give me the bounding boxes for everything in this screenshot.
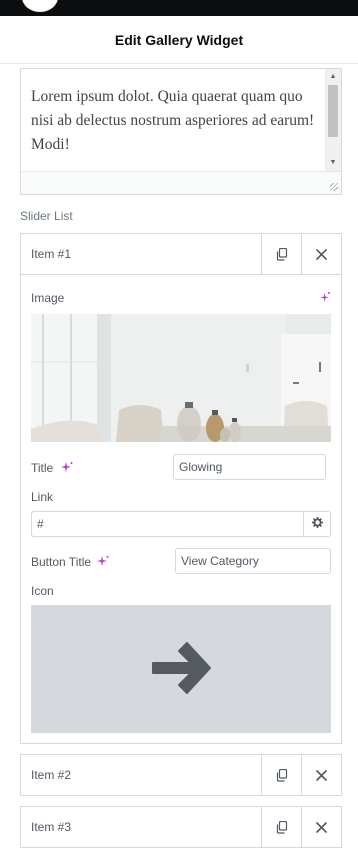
image-preview[interactable] [31,314,331,442]
remove-button[interactable] [301,807,341,847]
link-options-button[interactable] [303,511,331,537]
duplicate-button[interactable] [261,234,301,274]
arrow-right-icon [149,638,213,701]
app-logo [22,0,58,12]
repeater-item-header[interactable]: Item #2 [21,755,341,795]
remove-button[interactable] [301,755,341,795]
editor-scrollbar[interactable]: ▲ ▼ [325,69,341,171]
top-bar [0,0,358,16]
link-input[interactable]: # [31,511,303,537]
repeater-item-title[interactable]: Item #1 [21,247,261,261]
icon-label: Icon [31,584,54,598]
sparkle-icon[interactable] [61,461,73,476]
resize-handle-icon[interactable] [330,183,338,191]
image-label: Image [31,291,65,305]
repeater-item-3: Item #3 [20,806,342,848]
button-title-label: Button Title [31,555,92,569]
sparkle-icon[interactable] [97,555,109,570]
slider-list-label: Slider List [20,209,73,223]
title-label: Title [31,461,54,475]
scrollbar-thumb[interactable] [328,85,338,137]
close-icon [316,769,327,781]
copy-icon [276,247,288,261]
copy-icon [276,768,288,782]
close-icon [316,248,327,260]
scroll-up-icon[interactable]: ▲ [325,71,341,83]
link-label: Link [31,490,54,504]
scroll-down-icon[interactable]: ▼ [325,157,341,169]
editor-footer [21,171,341,194]
copy-icon [276,820,288,834]
editor-text[interactable]: Lorem ipsum dolot. Quia quaerat quam quo… [31,85,321,157]
gear-icon [311,516,323,531]
repeater-item-body: Image Title Glowing Link # Button Title … [21,274,341,744]
button-title-input[interactable]: View Category [175,548,331,574]
text-editor[interactable]: Lorem ipsum dolot. Quia quaerat quam quo… [20,68,342,195]
repeater-item-header[interactable]: Item #3 [21,807,341,847]
repeater-item-title[interactable]: Item #2 [21,768,261,782]
sparkle-icon[interactable] [319,291,331,306]
icon-picker[interactable] [31,605,331,733]
repeater-item-1: Item #1 Image Title Glowing Link # Butto… [20,233,342,744]
close-icon [316,821,327,833]
duplicate-button[interactable] [261,807,301,847]
title-input[interactable]: Glowing [173,454,326,480]
duplicate-button[interactable] [261,755,301,795]
repeater-item-2: Item #2 [20,754,342,796]
panel-header: Edit Gallery Widget [0,16,358,64]
remove-button[interactable] [301,234,341,274]
panel-title: Edit Gallery Widget [114,31,244,48]
repeater-item-title[interactable]: Item #3 [21,820,261,834]
repeater-item-header[interactable]: Item #1 [21,234,341,274]
